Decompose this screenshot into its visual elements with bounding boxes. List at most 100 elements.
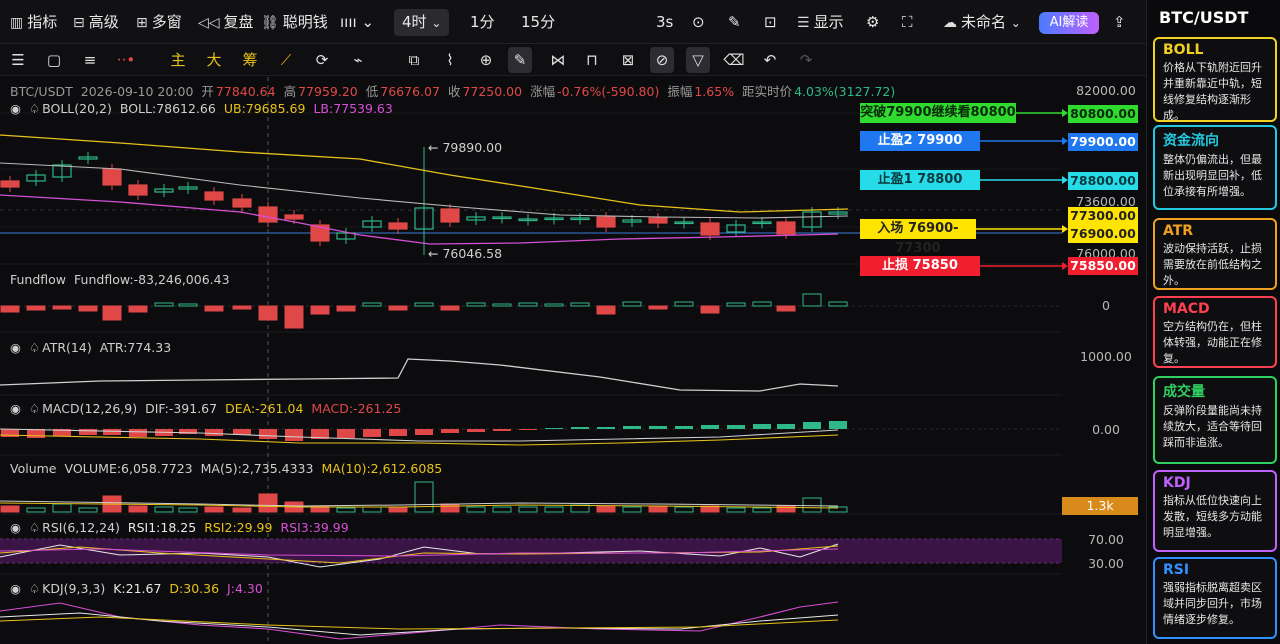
big-order-toggle[interactable]: 大 (202, 44, 226, 76)
macd-bar (103, 429, 121, 435)
redo-icon[interactable]: ↷ (794, 44, 818, 76)
rectangle-icon[interactable]: ▢ (42, 44, 66, 76)
fundflow-bar (102, 305, 122, 321)
layout-dropdown[interactable]: ☁ 未命名 ⌄ (943, 0, 1021, 44)
chips-toggle[interactable]: 筹 (238, 44, 262, 76)
fundflow-bar (674, 301, 694, 307)
volume-bar (802, 497, 822, 513)
bell-icon[interactable]: ♤ (29, 520, 40, 535)
bell-icon[interactable]: ♤ (29, 401, 40, 416)
macd-bar (597, 427, 615, 429)
timeframe-4h[interactable]: 4时 ⌄ (394, 9, 450, 36)
chevron-down-icon: ⌄ (1010, 16, 1021, 30)
eye-icon[interactable]: ◉ (10, 101, 21, 116)
candle-type-dropdown[interactable]: ıııı ⌄ (340, 0, 374, 44)
fundflow-bar (362, 302, 382, 307)
edit-icon[interactable]: ⊠ (616, 44, 640, 76)
fundflow-bar (336, 305, 356, 312)
refresh-interval[interactable]: 3s (656, 9, 673, 36)
lock-icon[interactable]: ⊓ (580, 44, 604, 76)
volume-bar (178, 507, 198, 513)
rsi-legend[interactable]: ◉ ♤ RSI(6,12,24) RSI1:18.25 RSI2:29.99 RSI3:3… (10, 520, 357, 535)
refresh-icon[interactable]: ⟳ (310, 44, 334, 76)
draw-line-icon[interactable]: ⟋ (274, 44, 298, 76)
advanced-button[interactable]: ⊟ 高级 (73, 0, 119, 44)
settings-icon[interactable]: ⚙ (866, 0, 879, 44)
price-tag-tp1: 78800.00 (1068, 172, 1138, 190)
take-profit-1-annotation[interactable]: 止盈1 78800 (860, 170, 980, 190)
fundflow-card: 资金流向 整体仍偏流出，但最新出现明显回补，低位承接有所增强。 (1153, 125, 1277, 210)
timeframe-15m[interactable]: 15分 (521, 9, 555, 36)
volume-ma5-line (0, 500, 839, 507)
fundflow-legend[interactable]: Fundflow Fundflow:-83,246,006.43 (10, 272, 238, 287)
display-button[interactable]: ☰ 显示 (797, 0, 844, 44)
chart-canvas[interactable] (0, 77, 1146, 644)
bell-icon[interactable]: ♤ (29, 581, 40, 596)
macd-card: MACD 空方结构仍在，但柱体转强，动能正在修复。 (1153, 296, 1277, 368)
volume-bar (622, 506, 642, 513)
add-window-icon[interactable]: ⊡ (764, 0, 777, 44)
camera-icon[interactable]: ⊙ (692, 0, 705, 44)
share-icon[interactable]: ⇪ (1113, 0, 1126, 44)
undo-icon[interactable]: ↶ (758, 44, 782, 76)
price-tag-breakout: 80800.00 (1068, 105, 1138, 123)
ai-interpret-button[interactable]: AI解读 (1039, 12, 1099, 34)
trash-icon[interactable]: ⌫ (722, 44, 746, 76)
macd-bar (205, 429, 223, 436)
atr-line (0, 358, 839, 392)
eye-icon[interactable]: ◉ (10, 401, 21, 416)
chevron-down-icon: ⌄ (431, 16, 442, 30)
ruler-icon[interactable]: ⌇ (438, 44, 462, 76)
mirror-icon[interactable]: ⋈ (546, 44, 570, 76)
main-chart-toggle[interactable]: 主 (166, 44, 190, 76)
align-icon[interactable]: ≡ (78, 44, 102, 76)
macd-bar (519, 429, 537, 430)
boll-legend[interactable]: ◉ ♤ BOLL(20,2) BOLL:78612.66 UB:79685.69 LB:7… (10, 101, 401, 116)
volume-bar (78, 507, 98, 513)
side-panel-title: BTC/USDT (1159, 8, 1249, 27)
indicators-button[interactable]: ▥ 指标 (10, 0, 57, 44)
fundflow-bar (388, 305, 408, 311)
macd-bar (441, 429, 459, 433)
eye-icon[interactable]: ◉ (10, 520, 21, 535)
fundflow-bar (440, 305, 460, 311)
fullscreen-icon[interactable]: ⛶ (902, 0, 913, 44)
eye-icon[interactable]: ◉ (10, 581, 21, 596)
brush-icon[interactable]: ⌁ (346, 44, 370, 76)
smart-money-button[interactable]: ⛓ 聪明钱 (261, 0, 328, 44)
breakout-annotation[interactable]: 突破79900继续看80800 (860, 103, 1016, 123)
volume-bar (752, 507, 772, 513)
candle-body (596, 216, 616, 228)
multi-window-button[interactable]: ⊞ 多窗 (136, 0, 182, 44)
volume-bar (0, 505, 20, 513)
zoom-in-icon[interactable]: ⊕ (474, 44, 498, 76)
replay-button[interactable]: ◁◁ 复盘 (198, 0, 254, 44)
entry-annotation[interactable]: 入场 76900-77300 (860, 219, 976, 256)
volume-bar (232, 507, 252, 513)
chevron-down-icon: ⌄ (361, 13, 375, 31)
bell-icon[interactable]: ♤ (29, 340, 40, 355)
macd-bar (79, 429, 97, 435)
volume-card: 成交量 反弹阶段量能尚未持续放大，适合等待回踩而非追涨。 (1153, 376, 1277, 464)
bell-icon[interactable]: ♤ (29, 101, 40, 116)
timeframe-1m[interactable]: 1分 (470, 9, 495, 36)
kdj-d-line (0, 616, 839, 630)
filter-icon[interactable]: ▽ (686, 47, 710, 73)
chart-area[interactable]: BTC/USDT 2026-09-10 20:00 开 77840.64 高 77959.… (0, 77, 1146, 644)
candle-body (284, 214, 304, 220)
macd-legend[interactable]: ◉ ♤ MACD(12,26,9) DIF:-391.67 DEA:-261.04 MAC… (10, 401, 409, 416)
money-icon: ⛓ (261, 15, 279, 31)
more-icon[interactable]: ··• (114, 44, 138, 76)
pen-icon[interactable]: ✎ (508, 47, 532, 73)
copy-icon[interactable]: ⧉ (402, 44, 426, 76)
eye-icon[interactable]: ◉ (10, 340, 21, 355)
atr-legend[interactable]: ◉ ♤ ATR(14) ATR:774.33 (10, 340, 179, 355)
rsi-axis-label: 70.00 (1088, 532, 1124, 547)
take-profit-2-annotation[interactable]: 止盈2 79900 (860, 131, 980, 151)
stop-loss-annotation[interactable]: 止损 75850 (860, 256, 980, 276)
volume-legend[interactable]: Volume VOLUME:6,058.7723 MA(5):2,735.4333 M… (10, 461, 450, 476)
menu-icon[interactable]: ☰ (6, 44, 30, 76)
pencil-icon[interactable]: ✎ (728, 0, 741, 44)
magnet-icon[interactable]: ⊘ (650, 47, 674, 73)
kdj-legend[interactable]: ◉ ♤ KDJ(9,3,3) K:21.67 D:30.36 J:4.30 (10, 581, 271, 596)
